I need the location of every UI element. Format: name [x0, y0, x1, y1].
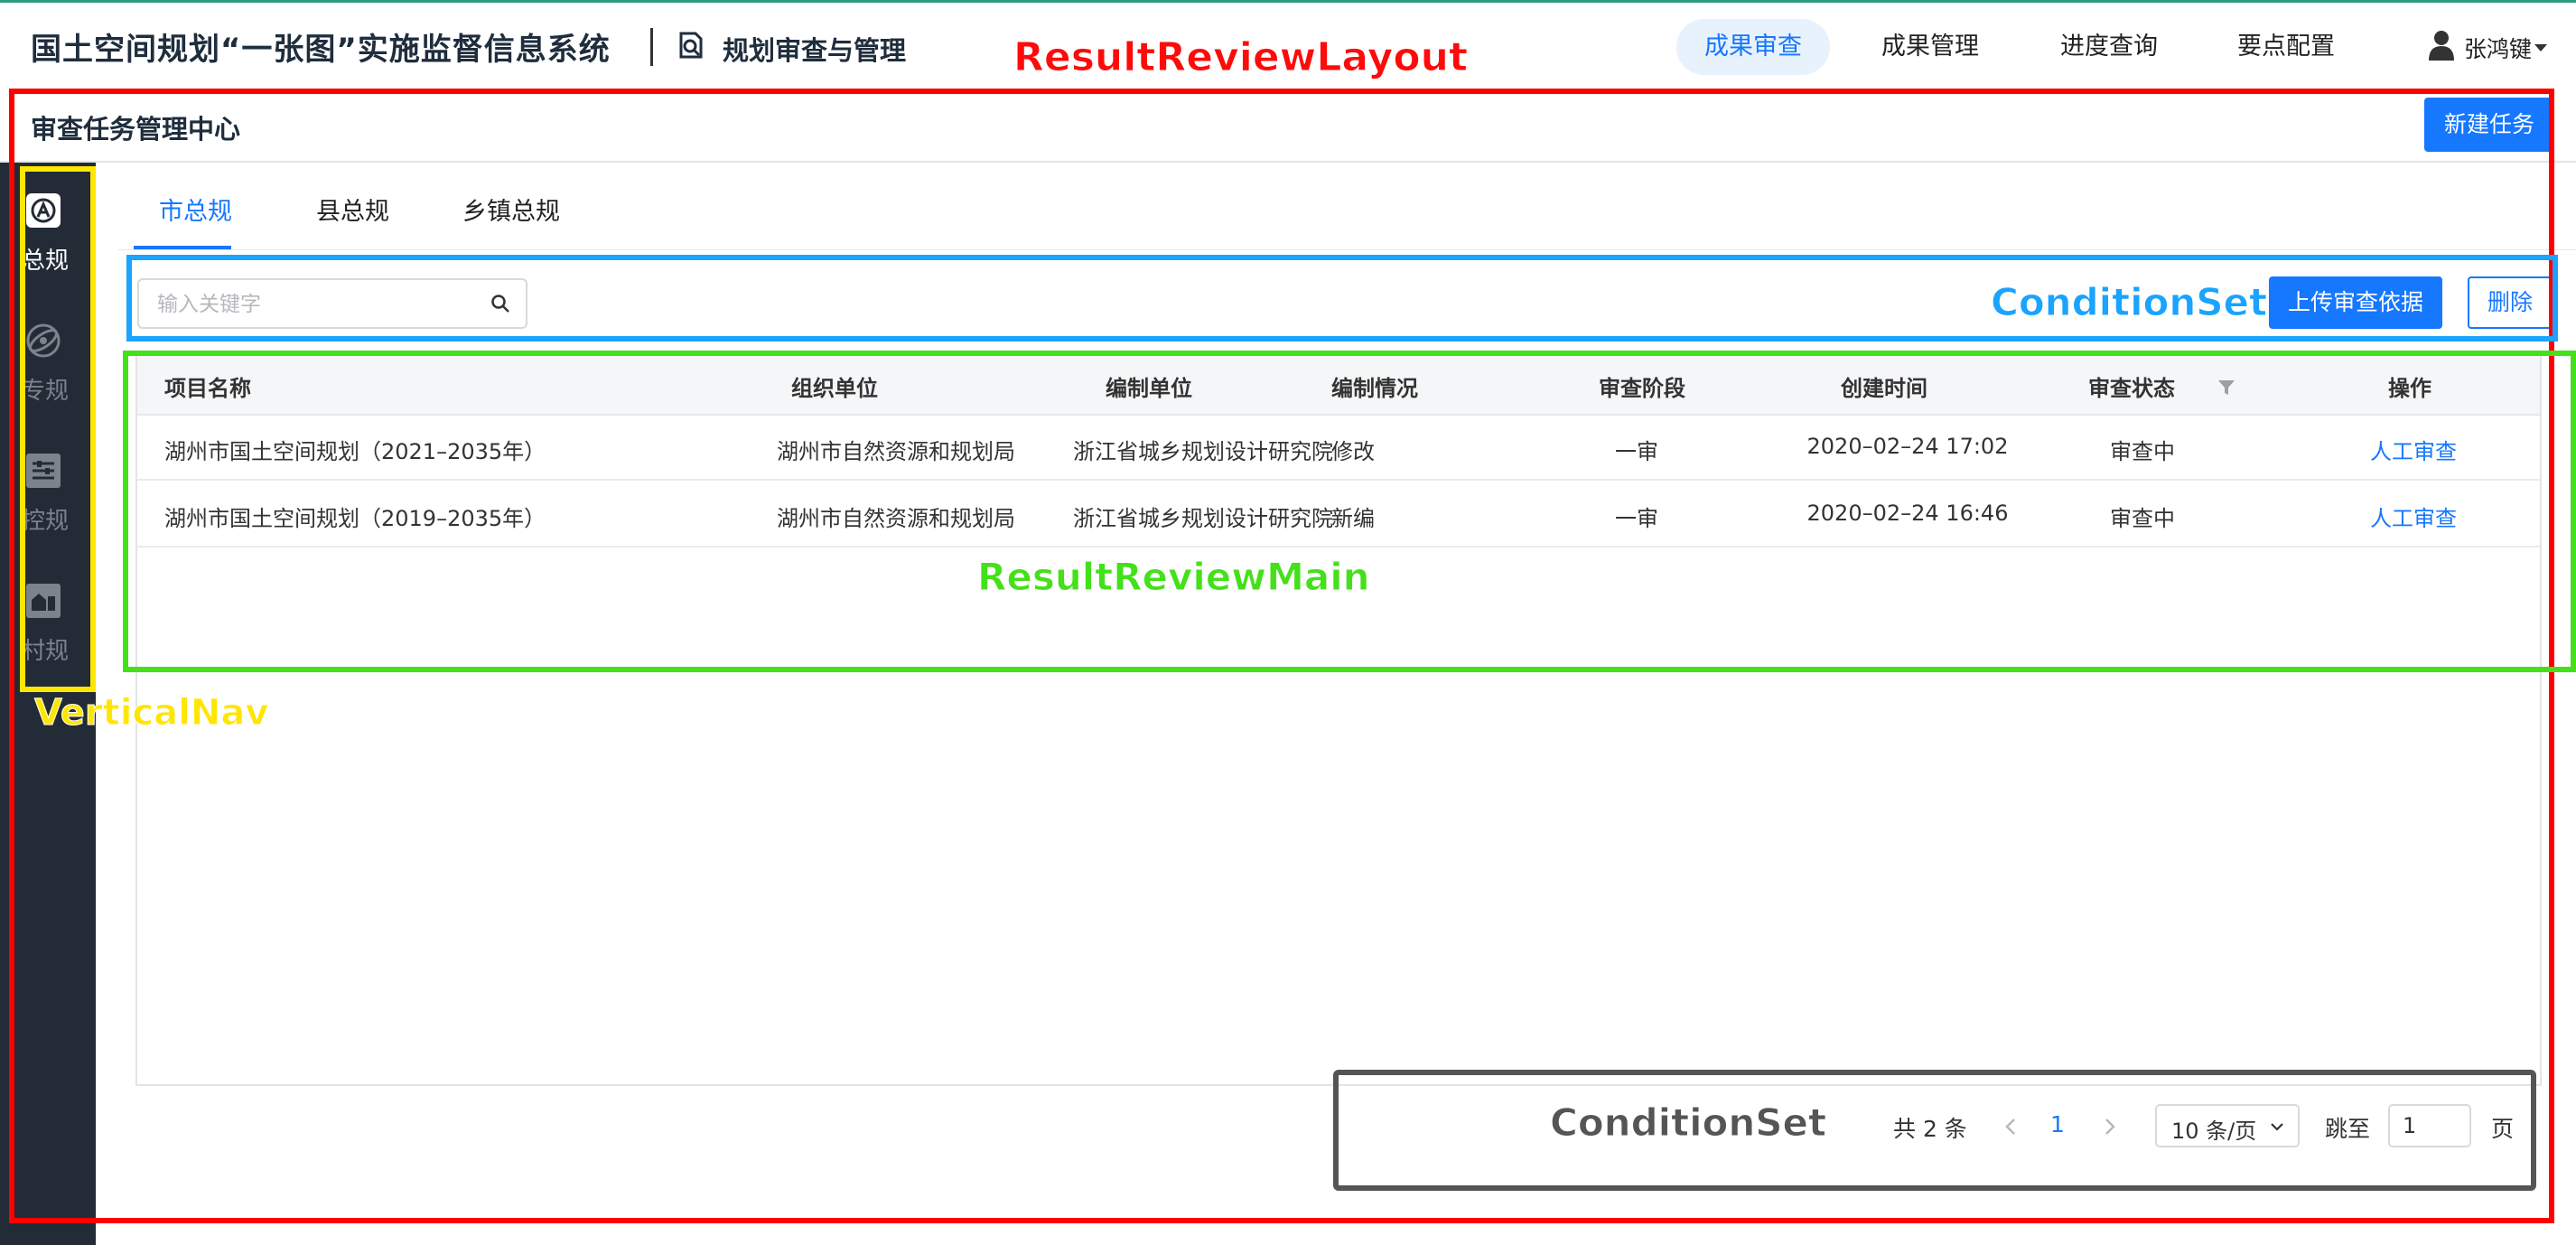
- chevron-right-icon[interactable]: [2095, 1113, 2123, 1140]
- result-table: 项目名称 组织单位 编制单位 编制情况 审查阶段 创建时间 审查状态 操作 湖州…: [135, 354, 2542, 1086]
- column-header-compile-status: 编制情况: [1331, 376, 1418, 401]
- page-header: 审查任务管理中心 新建任务: [0, 89, 2576, 163]
- module-name: 规划审查与管理: [723, 35, 907, 66]
- column-header-review-status: 审查状态: [2088, 376, 2175, 401]
- chevron-down-icon: [2271, 1123, 2283, 1131]
- column-header-project-name: 项目名称: [164, 376, 251, 401]
- tab-county-master-plan[interactable]: 县总规: [316, 192, 389, 227]
- cell-compile-status: 新编: [1331, 506, 1375, 531]
- nav-result-review[interactable]: 成果审查: [1676, 19, 1830, 75]
- pagination-jump-input[interactable]: [2388, 1104, 2471, 1147]
- manual-review-link[interactable]: 人工审查: [2323, 434, 2504, 465]
- user-menu-caret-icon[interactable]: [2534, 44, 2547, 51]
- column-header-organizer: 组织单位: [791, 376, 878, 401]
- page-size-label: 10 条/页: [2171, 1119, 2257, 1144]
- cell-review-status: 审查中: [2110, 506, 2175, 531]
- vnav-item-village-plan[interactable]: 村规: [0, 564, 96, 690]
- cell-review-status: 审查中: [2110, 439, 2175, 464]
- pagination-jump-label: 跳至: [2325, 1116, 2371, 1142]
- new-task-button[interactable]: 新建任务: [2424, 98, 2554, 152]
- user-name[interactable]: 张鸿键: [2464, 32, 2532, 64]
- column-header-operation: 操作: [2388, 376, 2431, 401]
- search-input[interactable]: [157, 289, 464, 320]
- nav-result-management[interactable]: 成果管理: [1853, 19, 2007, 75]
- pagination-total: 共 2 条: [1893, 1116, 1967, 1142]
- tab-divider: [117, 249, 2576, 250]
- village-plan-icon: [26, 584, 61, 618]
- search-icon[interactable]: [490, 293, 511, 314]
- review-module-icon: [679, 32, 703, 59]
- vnav-item-special-plan[interactable]: 专规: [0, 304, 96, 430]
- user-icon[interactable]: [2428, 30, 2455, 61]
- vnav-item-master-plan[interactable]: 总规: [0, 173, 96, 300]
- pagination-current-page[interactable]: 1: [2050, 1111, 2065, 1137]
- column-header-created-time: 创建时间: [1841, 376, 1927, 401]
- delete-button[interactable]: 删除: [2468, 276, 2553, 329]
- cell-project-name: 湖州市国土空间规划（2021–2035年）: [164, 439, 546, 464]
- app-title: 国土空间规划“一张图”实施监督信息系统: [31, 32, 611, 68]
- pagination-page-suffix: 页: [2491, 1116, 2515, 1142]
- vnav-label: 总规: [21, 248, 69, 275]
- vnav-item-control-plan[interactable]: 控规: [0, 434, 96, 560]
- table-row[interactable]: 湖州市国土空间规划（2019–2035年） 湖州市自然资源和规划局 浙江省城乡规…: [137, 482, 2540, 548]
- tab-town-master-plan[interactable]: 乡镇总规: [462, 192, 560, 227]
- search-box[interactable]: [137, 278, 527, 329]
- vertical-nav: 总规 专规 控规 村规: [0, 163, 96, 1245]
- nav-key-point-config[interactable]: 要点配置: [2209, 19, 2363, 75]
- condition-set-top-label: ConditionSet: [1990, 280, 2268, 325]
- master-plan-icon: [26, 193, 61, 228]
- cell-created-time: 2020–02–24 17:02: [1806, 434, 2009, 459]
- cell-compile-status: 修改: [1331, 439, 1375, 464]
- page-title: 审查任务管理中心: [31, 114, 241, 145]
- condition-set-bottom-label: ConditionSet: [1549, 1100, 1827, 1146]
- vnav-label: 村规: [21, 638, 69, 665]
- tab-city-master-plan[interactable]: 市总规: [159, 192, 232, 227]
- vnav-label: 控规: [21, 508, 69, 535]
- special-plan-icon: [26, 323, 61, 358]
- vnav-label: 专规: [21, 378, 69, 405]
- upload-review-basis-button[interactable]: 上传审查依据: [2269, 276, 2442, 329]
- control-plan-icon: [26, 454, 61, 488]
- manual-review-link[interactable]: 人工审查: [2323, 501, 2504, 532]
- cell-created-time: 2020–02–24 16:46: [1806, 501, 2009, 526]
- chevron-left-icon[interactable]: [1998, 1113, 2025, 1140]
- nav-progress-query[interactable]: 进度查询: [2032, 19, 2186, 75]
- page-size-select[interactable]: 10 条/页: [2155, 1104, 2300, 1147]
- top-header: 国土空间规划“一张图”实施监督信息系统 规划审查与管理 成果审查 成果管理 进度…: [0, 0, 2576, 89]
- cell-project-name: 湖州市国土空间规划（2019–2035年）: [164, 506, 546, 531]
- column-header-compiler: 编制单位: [1106, 376, 1192, 401]
- column-header-review-stage: 审查阶段: [1599, 376, 1685, 401]
- cell-review-stage: 一审: [1615, 439, 1658, 464]
- filter-icon[interactable]: [2217, 378, 2236, 398]
- title-divider: [650, 28, 653, 66]
- table-row[interactable]: 湖州市国土空间规划（2021–2035年） 湖州市自然资源和规划局 浙江省城乡规…: [137, 416, 2540, 481]
- table-header: 项目名称 组织单位 编制单位 编制情况 审查阶段 创建时间 审查状态 操作: [137, 356, 2540, 416]
- cell-review-stage: 一审: [1615, 506, 1658, 531]
